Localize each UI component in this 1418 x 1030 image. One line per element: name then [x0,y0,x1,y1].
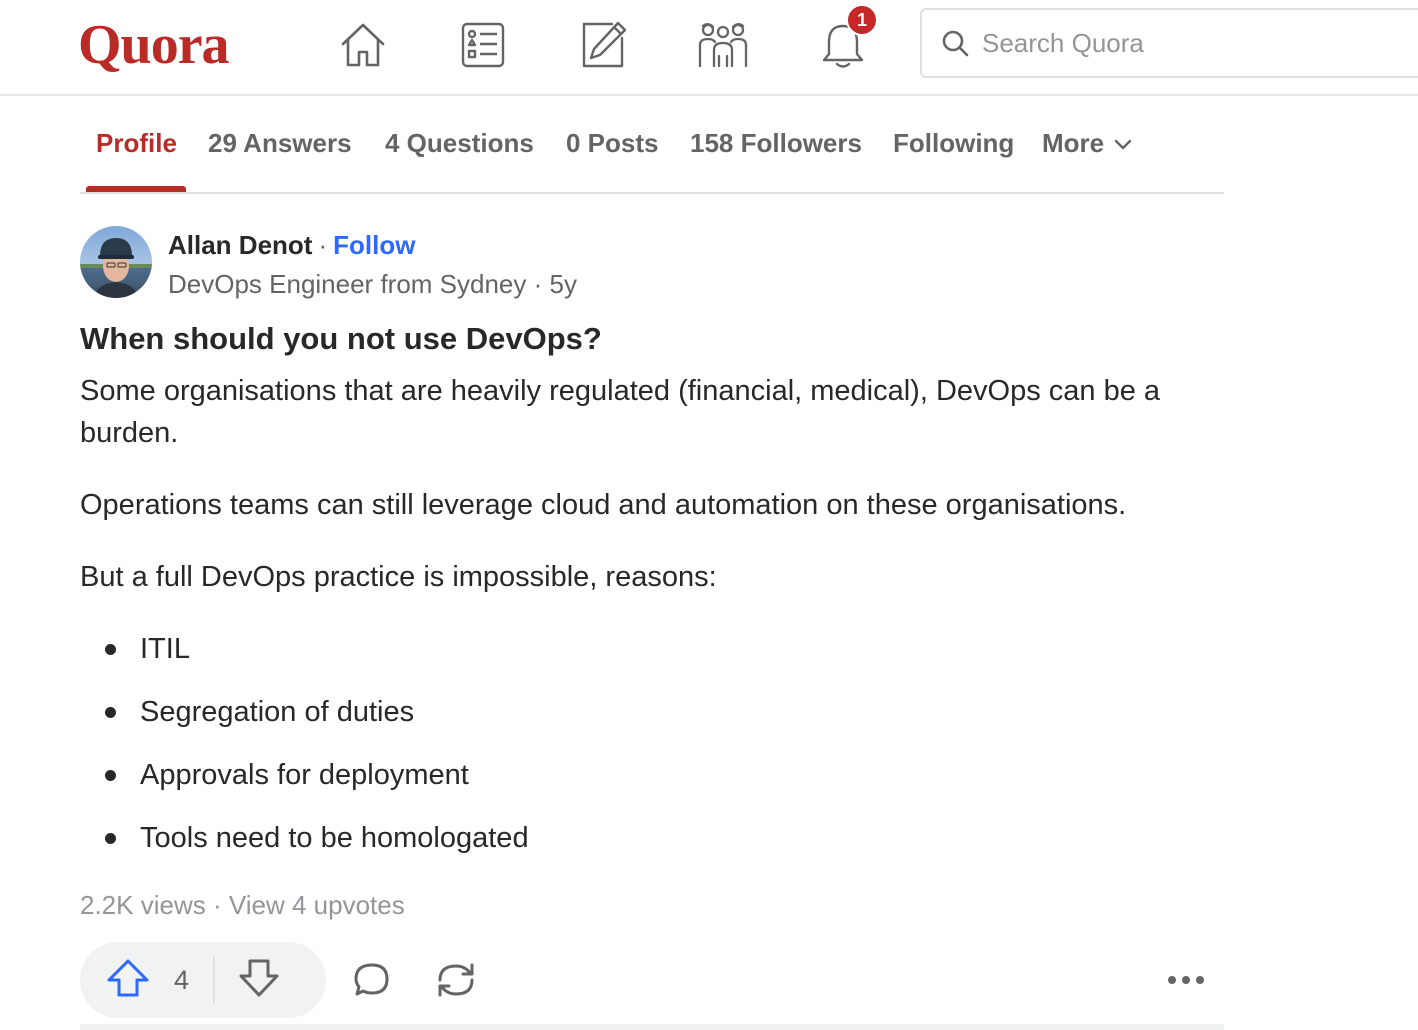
downvote-button[interactable] [215,942,303,1018]
answer-paragraph: Some organisations that are heavily regu… [80,375,1161,449]
tab-answers[interactable]: 29 Answers [208,128,352,159]
tab-more[interactable]: More [1042,128,1132,161]
vote-controls: 4 [80,942,326,1018]
list-item: ITIL [80,628,1230,691]
tab-followers[interactable]: 158 Followers [690,128,862,159]
downvote-arrow-icon [238,958,280,1003]
upvote-button[interactable]: 4 [80,942,213,1018]
author-name[interactable]: Allan Denot [168,230,312,260]
question-title[interactable]: When should you not use DevOps? [80,321,602,357]
tab-following[interactable]: Following [893,128,1014,159]
tab-more-label: More [1042,128,1105,158]
answer-icon[interactable] [576,18,630,72]
follow-button[interactable]: Follow [333,230,415,260]
answer-paragraph: Operations teams can still leverage clou… [80,489,1127,521]
upvote-count: 4 [174,964,190,995]
top-navigation-bar: Quora 1 Search Quora [0,0,1418,96]
profile-tabs: Profile 29 Answers 4 Questions 0 Posts 1… [80,96,1224,194]
tab-posts[interactable]: 0 Posts [566,128,659,159]
upvote-arrow-icon [106,958,150,1003]
views-count: 2.2K views [80,890,206,920]
list-item: Approvals for deployment [80,754,1230,817]
comment-icon[interactable] [348,956,396,1004]
notification-count-badge[interactable]: 1 [846,4,878,36]
share-reload-icon[interactable] [432,956,480,1004]
answer-body: Some organisations that are heavily regu… [80,370,1230,880]
author-avatar[interactable] [80,226,152,298]
author-credential: DevOps Engineer from Sydney · 5y [168,269,577,299]
home-icon[interactable] [336,18,390,72]
reasons-list: ITIL Segregation of duties Approvals for… [80,628,1230,880]
search-icon [940,28,970,58]
author-line: Allan Denot · Follow [168,230,415,261]
search-bar[interactable] [920,8,1418,78]
list-item: Segregation of duties [80,691,1230,754]
quora-logo[interactable]: Quora [78,10,230,80]
list-item: Tools need to be homologated [80,817,1230,880]
spaces-icon[interactable] [696,18,750,72]
more-options-icon[interactable] [1162,956,1210,1004]
feed-divider [80,1024,1224,1030]
chevron-down-icon [1114,127,1132,158]
answer-paragraph: But a full DevOps practice is impossible… [80,561,717,593]
active-tab-indicator [86,186,186,192]
separator-dot: · [212,890,222,920]
following-feed-icon[interactable] [456,18,510,72]
separator-dot: · [318,230,328,260]
view-upvotes-link[interactable]: View 4 upvotes [229,890,405,920]
search-input[interactable] [980,26,1404,60]
tab-questions[interactable]: 4 Questions [385,128,534,159]
answer-stats: 2.2K views · View 4 upvotes [80,890,405,921]
tab-profile[interactable]: Profile [96,128,177,159]
